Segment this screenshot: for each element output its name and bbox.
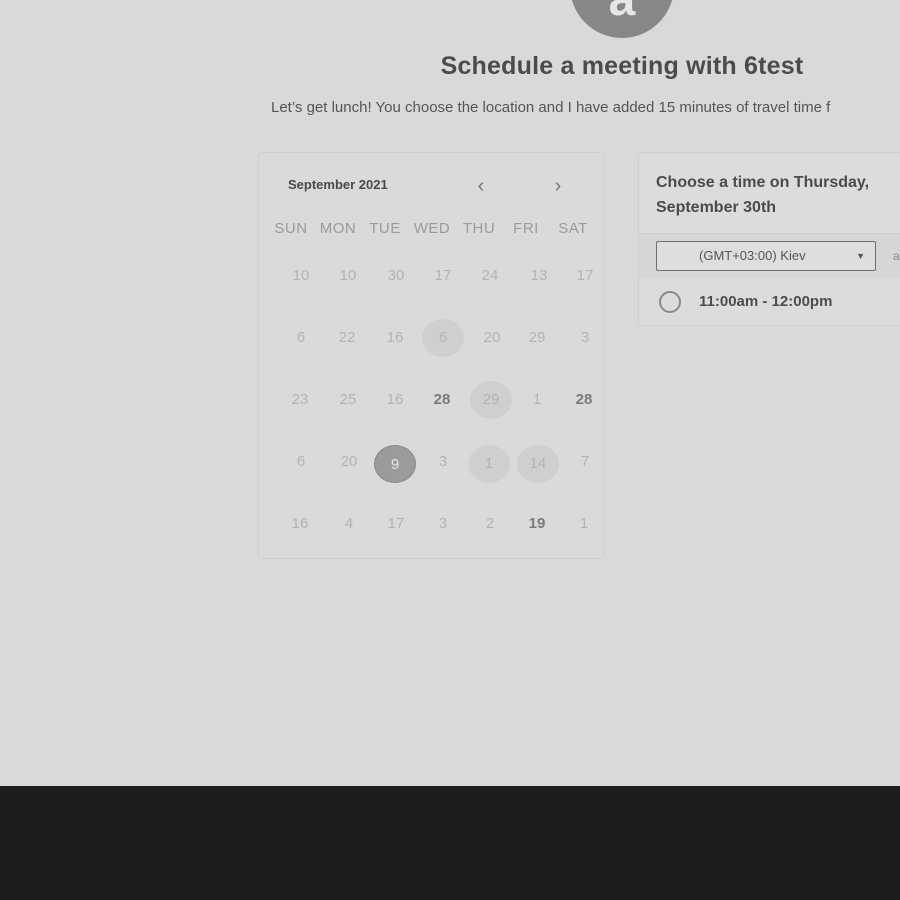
- calendar-day[interactable]: 1: [516, 381, 558, 419]
- calendar-day[interactable]: 22: [326, 319, 368, 357]
- calendar-day[interactable]: 20: [471, 319, 513, 357]
- calendar-day[interactable]: 10: [327, 257, 369, 295]
- calendar-day-selected[interactable]: 9: [374, 445, 416, 483]
- calendar-day[interactable]: 24: [469, 257, 511, 295]
- chevron-right-icon[interactable]: ›: [546, 175, 570, 199]
- calendar-day-highlighted[interactable]: 29: [470, 381, 512, 419]
- page-title: Schedule a meeting with 6test: [440, 52, 804, 80]
- calendar-day[interactable]: 23: [279, 381, 321, 419]
- timezone-value: (GMT+03:00) Kiev: [699, 248, 806, 263]
- time-slot-label: 11:00am - 12:00pm: [699, 293, 833, 310]
- calendar-day-highlighted[interactable]: 1: [468, 445, 510, 483]
- calendar-day-available[interactable]: 28: [563, 381, 605, 419]
- calendar-day-available[interactable]: 19: [516, 505, 558, 543]
- chevron-left-icon[interactable]: ‹: [469, 175, 493, 199]
- calendar-day[interactable]: 6: [280, 319, 322, 357]
- weekday-mon: MON: [319, 220, 357, 237]
- weekday-sat: SAT: [558, 220, 588, 237]
- weekday-tue: TUE: [369, 220, 401, 237]
- calendar-day-highlighted[interactable]: 14: [517, 445, 559, 483]
- calendar-day[interactable]: 29: [516, 319, 558, 357]
- weekday-sun: SUN: [274, 220, 308, 237]
- page-subtitle: Let’s get lunch! You choose the location…: [271, 99, 831, 116]
- calendar-day[interactable]: 17: [422, 257, 464, 295]
- footer-bar: [0, 786, 900, 900]
- avatar-letter: a: [570, 0, 674, 24]
- host-avatar: a: [570, 0, 674, 38]
- calendar-day[interactable]: 25: [327, 381, 369, 419]
- time-panel-title: Choose a time on Thursday, September 30t…: [656, 174, 870, 216]
- calendar-day[interactable]: 10: [280, 257, 322, 295]
- calendar-day[interactable]: 2: [469, 505, 511, 543]
- timezone-extra-text: a: [893, 249, 900, 263]
- caret-down-icon: ▼: [856, 251, 865, 261]
- calendar-day[interactable]: 20: [328, 443, 370, 481]
- calendar-day[interactable]: 1: [563, 505, 605, 543]
- time-slot-option[interactable]: 11:00am - 12:00pm: [659, 289, 899, 319]
- calendar-day[interactable]: 3: [564, 319, 606, 357]
- calendar-day-available[interactable]: 28: [421, 381, 463, 419]
- calendar-day[interactable]: 17: [564, 257, 606, 295]
- weekday-wed: WED: [413, 220, 451, 237]
- calendar-day-highlighted[interactable]: 6: [422, 319, 464, 357]
- calendar-day[interactable]: 4: [328, 505, 370, 543]
- weekday-fri: FRI: [513, 220, 539, 237]
- calendar-day[interactable]: 17: [375, 505, 417, 543]
- calendar-day[interactable]: 30: [375, 257, 417, 295]
- calendar-day[interactable]: 3: [422, 443, 464, 481]
- timezone-select[interactable]: (GMT+03:00) Kiev ▼: [656, 241, 876, 271]
- weekday-thu: THU: [462, 220, 496, 237]
- time-picker-panel: Choose a time on Thursday, September 30t…: [638, 152, 900, 326]
- calendar-day[interactable]: 13: [518, 257, 560, 295]
- radio-icon[interactable]: [659, 291, 681, 313]
- calendar-day[interactable]: 7: [564, 443, 606, 481]
- calendar-day[interactable]: 16: [374, 319, 416, 357]
- calendar-day[interactable]: 6: [280, 443, 322, 481]
- calendar-day[interactable]: 3: [422, 505, 464, 543]
- month-label: September 2021: [288, 177, 388, 192]
- calendar-day[interactable]: 16: [279, 505, 321, 543]
- calendar-panel: September 2021 ‹ › SUN MON TUE WED THU F…: [258, 152, 604, 559]
- calendar-day[interactable]: 16: [374, 381, 416, 419]
